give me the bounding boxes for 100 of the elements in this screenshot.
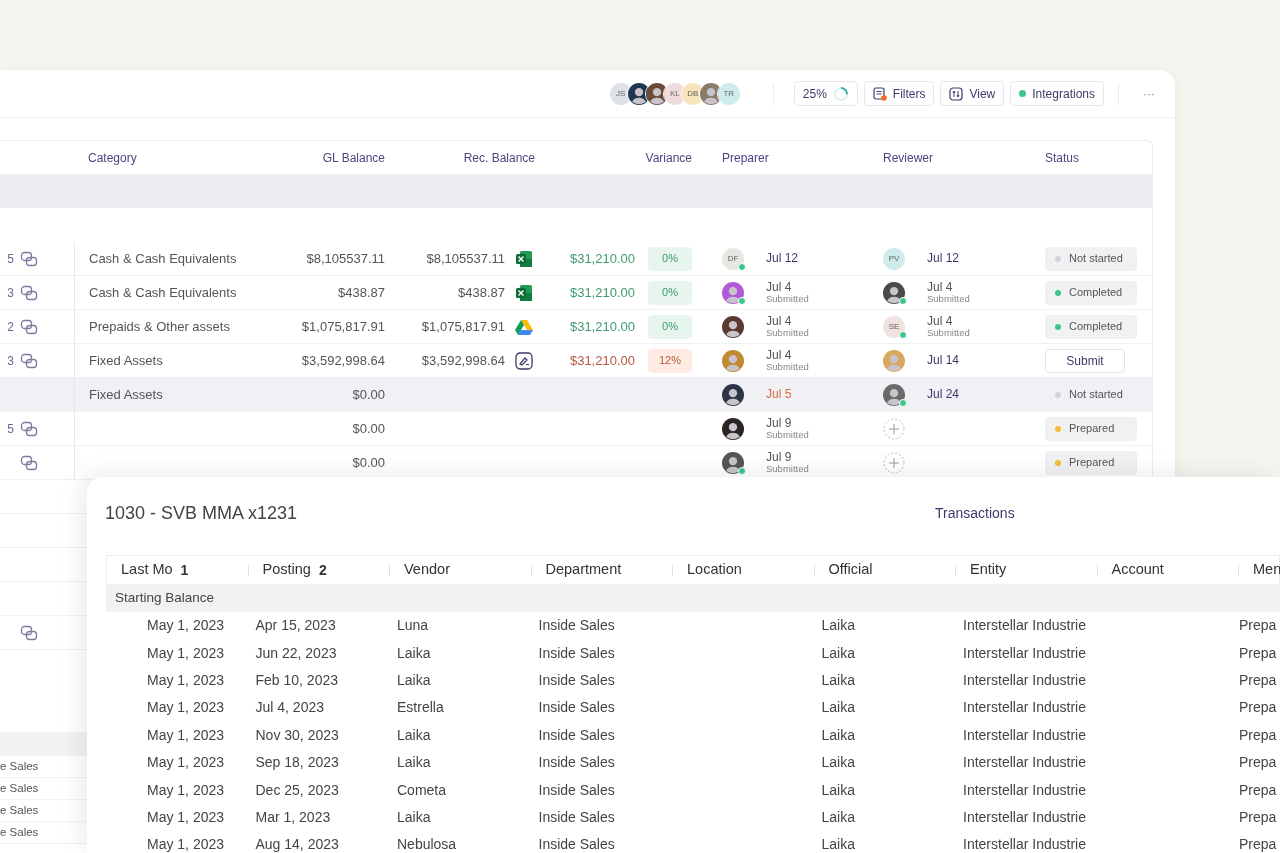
posting-date-text: Apr 15, 2023 — [255, 617, 336, 634]
gl-balance: $0.00 — [352, 385, 385, 404]
progress-button[interactable]: 25% — [793, 81, 858, 106]
column-header[interactable]: GL Balance — [322, 148, 385, 167]
memo-text: Prepa — [1239, 726, 1277, 743]
column-header[interactable]: Entity — [970, 559, 1007, 581]
gl-balance: $438.87 — [338, 283, 385, 302]
column-header[interactable]: Vendor — [404, 559, 450, 581]
last-modified-text: May 1, 2023 — [147, 671, 225, 688]
sort-order: 1 — [180, 560, 189, 580]
table-row[interactable]: 5 $0.00 Jul 9 Submitted Prepared — [0, 412, 1152, 446]
column-header[interactable]: Men — [1253, 559, 1280, 581]
department-text: Inside Sales — [538, 644, 615, 661]
department-text: Inside Sales — [538, 726, 615, 743]
last-modified-text: May 1, 2023 — [147, 754, 225, 771]
status-badge: Not started — [1045, 382, 1137, 407]
department-text: Inside Sales — [538, 617, 615, 634]
link-icon[interactable] — [20, 250, 38, 267]
table-row[interactable]: 2 Prepaids & Other assets $1,075,817.91 $1,075,817.91 $31,210.00 0% Jul 4 Submitted SE Jul 4 Submitted Completed — [0, 310, 1152, 344]
vendor-text: Laika — [397, 671, 431, 688]
column-header[interactable]: Preparer — [722, 148, 769, 167]
status-note: Submitted — [927, 327, 970, 339]
column-header[interactable]: Reviewer — [883, 148, 933, 167]
link-icon[interactable] — [20, 454, 38, 471]
column-header[interactable]: Department — [545, 559, 622, 581]
official-text: Laika — [821, 617, 855, 634]
status-note: Submitted — [766, 463, 809, 475]
entity-text: Interstellar Industrie — [963, 644, 1086, 661]
link-icon[interactable] — [20, 420, 38, 437]
variance-amount: $31,210.00 — [569, 249, 635, 268]
last-modified-text: May 1, 2023 — [147, 617, 225, 634]
status-note: Submitted — [927, 293, 970, 305]
department-text: Inside Sales — [538, 781, 615, 798]
submit-button[interactable]: Submit — [1045, 348, 1125, 373]
variance-badge: 0% — [648, 314, 692, 339]
table-row[interactable]: Fixed Assets $0.00 Jul 5 Jul 24 Not started — [0, 378, 1152, 412]
row-number: 2 — [7, 318, 14, 336]
row-number: 5 — [7, 420, 14, 438]
column-header[interactable]: Last Mo — [121, 559, 173, 581]
link-icon[interactable] — [20, 318, 38, 335]
official-text: Laika — [821, 754, 855, 771]
posting-date-text: Nov 30, 2023 — [255, 726, 339, 743]
entity-text: Interstellar Industrie — [963, 699, 1086, 716]
gl-balance: $8,105537.11 — [306, 249, 385, 268]
memo-text: Prepa — [1239, 836, 1277, 853]
table-row[interactable]: 5 Cash & Cash Equivalents $8,105537.11 $8,105537.11 $31,210.00 0% DF Jul 12 PV Jul 12 Not started — [0, 242, 1152, 276]
official-text: Laika — [821, 726, 855, 743]
official-text: Laika — [821, 644, 855, 661]
category-text: Cash & Cash Equivalents — [89, 249, 237, 268]
panel-title: 1030 - SVB MMA x1231 — [105, 501, 299, 525]
column-header[interactable]: Status — [1045, 148, 1080, 167]
entity-text: Interstellar Industrie — [963, 808, 1086, 825]
column-header[interactable]: Posting — [262, 559, 311, 581]
view-icon — [949, 86, 964, 101]
status-note: Submitted — [766, 361, 809, 373]
column-header[interactable]: Account — [1111, 559, 1164, 581]
department-text: Inside Sales — [538, 808, 615, 825]
link-icon[interactable] — [20, 284, 38, 301]
progress-ring-icon — [832, 85, 849, 102]
category-text: Prepaids & Other assets — [89, 317, 230, 336]
gl-balance: $0.00 — [352, 453, 385, 472]
variance-badge: 0% — [648, 246, 692, 271]
view-button[interactable]: View — [940, 81, 1005, 106]
vendor-text: Luna — [397, 617, 429, 634]
row-number: 3 — [7, 352, 14, 370]
official-text: Laika — [821, 671, 855, 688]
last-modified-text: May 1, 2023 — [147, 699, 225, 716]
rec-balance: $3,592,998.64 — [421, 351, 505, 370]
column-header[interactable]: Variance — [645, 148, 692, 167]
category-text: Cash & Cash Equivalents — [89, 283, 237, 302]
status-note: Submitted — [766, 429, 809, 441]
variance-badge: 12% — [648, 348, 692, 373]
last-modified-text: May 1, 2023 — [147, 644, 225, 661]
table-row[interactable]: 3 Cash & Cash Equivalents $438.87 $438.87 $31,210.00 0% Jul 4 Submitted Jul 4 Submitted Completed — [0, 276, 1152, 310]
group-label: Starting Balance — [115, 588, 215, 607]
entity-text: Interstellar Industrie — [963, 671, 1086, 688]
rec-balance: $438.87 — [458, 283, 505, 302]
row-number: 5 — [7, 250, 14, 268]
column-header[interactable]: Category — [88, 148, 137, 167]
due-date: Jul 12 — [927, 251, 960, 266]
column-header[interactable]: Location — [687, 559, 742, 581]
column-header[interactable]: Rec. Balance — [463, 148, 535, 167]
due-date: Jul 9 — [766, 416, 793, 430]
gl-balance: $3,592,998.64 — [301, 351, 385, 370]
integrations-button[interactable]: Integrations — [1010, 81, 1104, 106]
due-date: Jul 4 — [766, 280, 793, 294]
transactions-link[interactable]: Transactions — [935, 502, 1015, 524]
more-button[interactable]: ··· — [1143, 84, 1155, 103]
posting-date-text: Dec 25, 2023 — [255, 781, 339, 798]
entity-text: Interstellar Industrie — [963, 754, 1086, 771]
link-icon[interactable] — [20, 624, 38, 641]
link-icon[interactable] — [20, 352, 38, 369]
avatar: DF — [722, 247, 744, 270]
vendor-text: Laika — [397, 644, 431, 661]
department-text: Inside Sales — [538, 671, 615, 688]
filters-button[interactable]: Filters — [863, 81, 935, 106]
variance-badge: 0% — [648, 280, 692, 305]
due-date: Jul 9 — [766, 450, 793, 464]
due-date: Jul 4 — [927, 314, 954, 328]
column-header[interactable]: Official — [828, 559, 873, 581]
